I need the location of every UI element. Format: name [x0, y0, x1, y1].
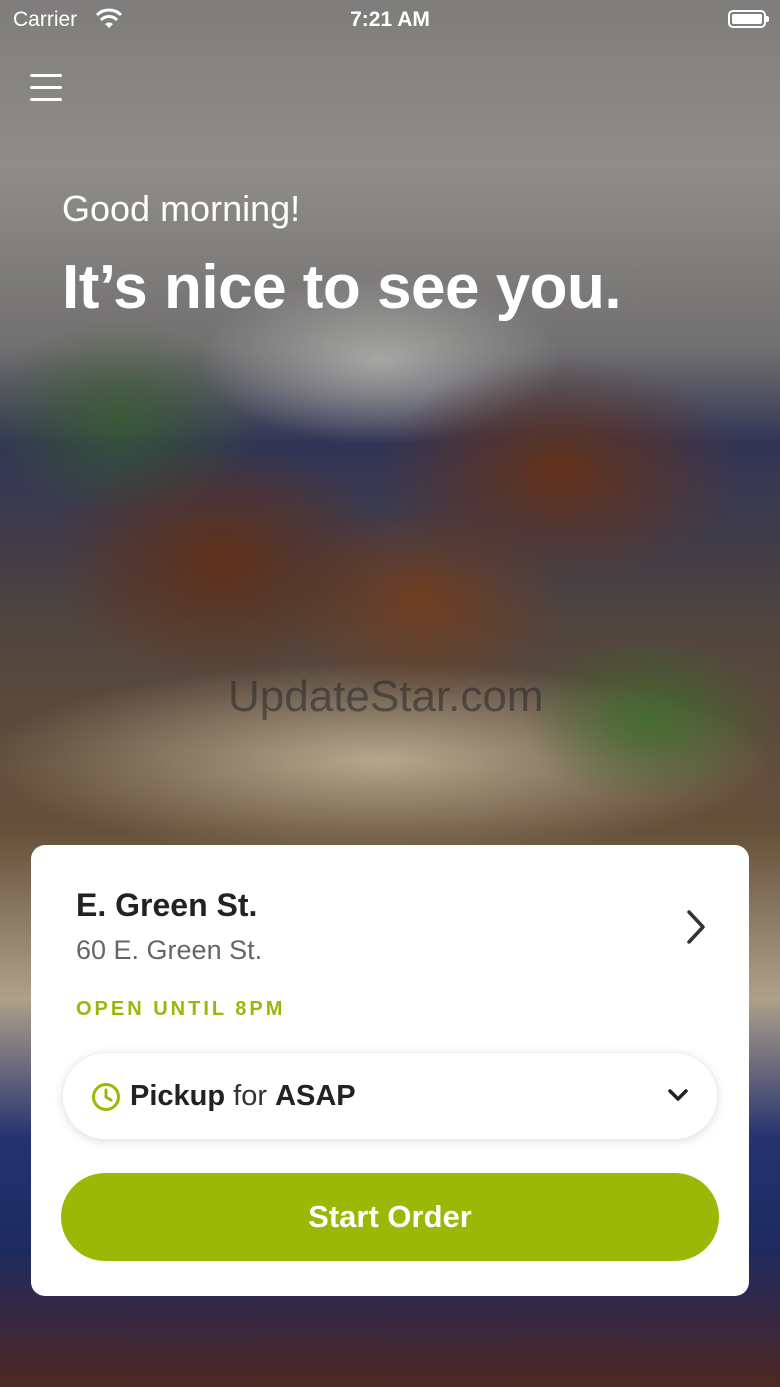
clock-icon: [91, 1082, 121, 1112]
pickup-connector: for: [233, 1080, 267, 1112]
pickup-time-dropdown[interactable]: Pickup for ASAP: [62, 1052, 718, 1140]
location-card: E. Green St. 60 E. Green St. OPEN UNTIL …: [31, 845, 749, 1296]
pickup-summary: Pickup for ASAP: [130, 1080, 356, 1113]
pickup-method: Pickup: [130, 1080, 226, 1112]
chevron-right-icon[interactable]: [685, 909, 707, 945]
location-address: 60 E. Green St.: [76, 935, 263, 965]
battery-icon: [728, 10, 769, 28]
open-hours-label: OPEN UNTIL 8PM: [76, 998, 286, 1020]
greeting-text: Good morning!: [62, 188, 301, 229]
headline-text: It’s nice to see you.: [62, 253, 622, 322]
start-order-button[interactable]: Start Order: [61, 1173, 719, 1261]
pickup-time: ASAP: [275, 1080, 356, 1112]
hamburger-menu-icon[interactable]: [30, 74, 62, 104]
watermark-text: UpdateStar.com: [228, 672, 544, 721]
chevron-down-icon: [667, 1087, 689, 1103]
status-bar: Carrier 7:21 AM: [0, 0, 780, 40]
location-name[interactable]: E. Green St.: [76, 887, 257, 924]
status-time: 7:21 AM: [350, 8, 430, 31]
